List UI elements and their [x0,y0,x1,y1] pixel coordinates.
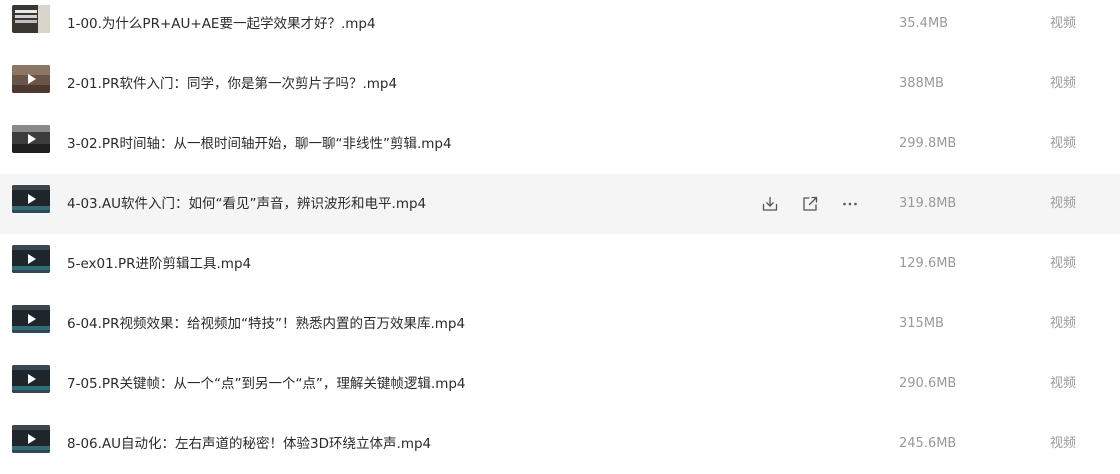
file-type: 视频 [1050,76,1077,91]
file-row[interactable]: 5-ex01.PR进阶剪辑工具.mp4 129.6MB 视频 [0,234,1120,294]
thumbnail-band [12,270,50,273]
thumbnail-band [12,85,50,93]
file-row[interactable]: 7-05.PR关键帧：从一个“点”到另一个“点”，理解关键帧逻辑.mp4 290… [0,354,1120,414]
file-type: 视频 [1050,16,1077,31]
thumbnail-band [12,425,50,430]
video-thumbnail[interactable] [12,305,50,333]
file-type: 视频 [1050,256,1077,271]
file-row[interactable]: 1-00.为什么PR+AU+AE要一起学效果才好？.mp4 35.4MB 视频 [0,0,1120,54]
file-size: 35.4MB [899,16,949,31]
file-size: 315MB [899,316,944,331]
play-icon [28,74,36,84]
play-icon [28,374,36,384]
file-list: 1-00.为什么PR+AU+AE要一起学效果才好？.mp4 35.4MB 视频 … [0,0,1120,474]
file-name[interactable]: 4-03.AU软件入门：如何“看见”声音，辨识波形和电平.mp4 [67,174,426,234]
download-icon [760,194,780,214]
share-icon [800,194,820,214]
file-size: 290.6MB [899,376,957,391]
video-thumbnail[interactable] [12,365,50,393]
file-type: 视频 [1050,196,1077,211]
thumbnail-band [12,245,50,250]
file-size: 319.8MB [899,196,957,211]
play-icon [28,194,36,204]
file-name[interactable]: 5-ex01.PR进阶剪辑工具.mp4 [67,234,251,294]
file-type: 视频 [1050,316,1077,331]
file-type: 视频 [1050,136,1077,151]
file-row[interactable]: 6-04.PR视频效果：给视频加“特技”！熟悉内置的百万效果库.mp4 315M… [0,294,1120,354]
file-size: 388MB [899,76,944,91]
thumbnail-band [12,330,50,333]
video-thumbnail[interactable] [12,425,50,453]
thumbnail-band [12,185,50,190]
file-name[interactable]: 8-06.AU自动化：左右声道的秘密！体验3D环绕立体声.mp4 [67,414,431,474]
play-icon [28,134,36,144]
thumbnail-band [12,125,50,132]
file-size: 299.8MB [899,136,957,151]
play-icon [28,314,36,324]
video-thumbnail[interactable] [12,5,50,33]
thumbnail-band [12,305,50,310]
thumbnail-band [12,390,50,393]
thumbnail-band [12,365,50,370]
share-button[interactable] [800,194,820,214]
play-icon [28,254,36,264]
file-type: 视频 [1050,376,1077,391]
file-type: 视频 [1050,436,1077,451]
file-name[interactable]: 6-04.PR视频效果：给视频加“特技”！熟悉内置的百万效果库.mp4 [67,294,465,354]
video-thumbnail[interactable] [12,245,50,273]
video-thumbnail[interactable] [12,65,50,93]
file-size: 129.6MB [899,256,957,271]
file-row[interactable]: 2-01.PR软件入门：同学，你是第一次剪片子吗？.mp4 388MB 视频 [0,54,1120,114]
file-name[interactable]: 1-00.为什么PR+AU+AE要一起学效果才好？.mp4 [67,0,376,54]
file-row[interactable]: 3-02.PR时间轴：从一根时间轴开始，聊一聊“非线性”剪辑.mp4 299.8… [0,114,1120,174]
more-icon [840,194,860,214]
thumbnail-band [12,144,50,153]
file-row[interactable]: 8-06.AU自动化：左右声道的秘密！体验3D环绕立体声.mp4 245.6MB… [0,414,1120,474]
file-name[interactable]: 2-01.PR软件入门：同学，你是第一次剪片子吗？.mp4 [67,54,397,114]
thumbnail-text-graphic [15,10,37,13]
play-icon [28,434,36,444]
video-thumbnail[interactable] [12,185,50,213]
thumbnail-figure [38,5,50,33]
thumbnail-band [12,450,50,453]
video-thumbnail[interactable] [12,125,50,153]
file-size: 245.6MB [899,436,957,451]
download-button[interactable] [760,194,780,214]
thumbnail-band [12,210,50,213]
file-name[interactable]: 7-05.PR关键帧：从一个“点”到另一个“点”，理解关键帧逻辑.mp4 [67,354,466,414]
file-name[interactable]: 3-02.PR时间轴：从一根时间轴开始，聊一聊“非线性”剪辑.mp4 [67,114,452,174]
file-row[interactable]: 4-03.AU软件入门：如何“看见”声音，辨识波形和电平.mp4 319.8MB… [0,174,1120,234]
more-button[interactable] [840,194,860,214]
